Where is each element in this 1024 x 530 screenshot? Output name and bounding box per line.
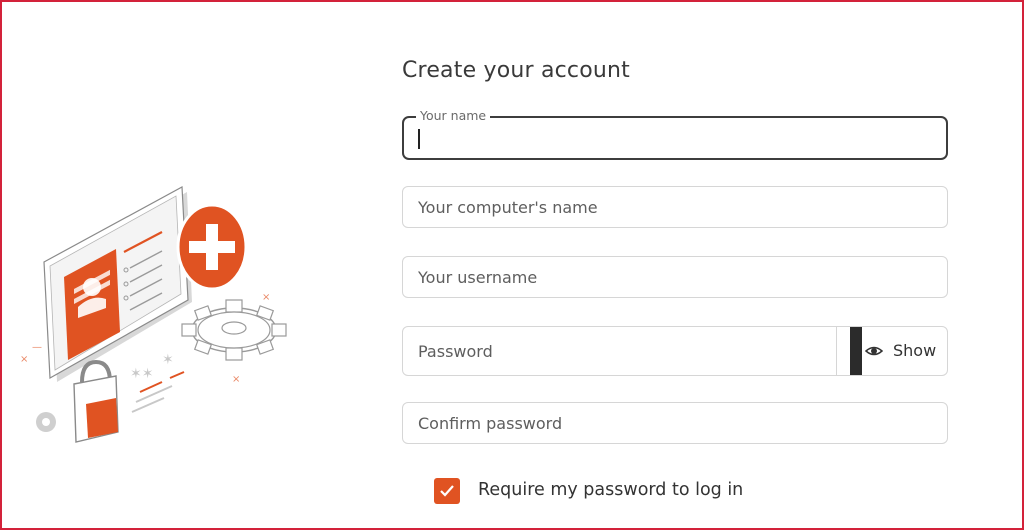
your-name-field[interactable]: Your name (402, 108, 948, 160)
svg-text:✶✶: ✶✶ (130, 366, 153, 382)
username-placeholder: Your username (418, 268, 538, 287)
password-field[interactable]: Password Show (402, 326, 948, 376)
confirm-password-field[interactable]: Confirm password (402, 402, 948, 444)
require-password-label: Require my password to log in (478, 480, 744, 500)
account-illustration: × — × × ✶✶ ✶ (20, 186, 287, 443)
show-password-label: Show (893, 341, 937, 360)
computer-name-placeholder: Your computer's name (418, 198, 598, 217)
svg-text:×: × (262, 292, 270, 303)
page-title: Create your account (402, 58, 631, 83)
computer-name-field[interactable]: Your computer's name (402, 186, 948, 228)
svg-text:×: × (232, 374, 240, 385)
your-name-label: Your name (416, 108, 491, 123)
password-placeholder: Password (418, 342, 493, 361)
svg-text:—: — (32, 342, 42, 353)
check-icon (440, 485, 454, 497)
window-frame: × — × × ✶✶ ✶ Create your account Your na… (0, 0, 1024, 530)
svg-text:✶: ✶ (162, 352, 174, 368)
username-field[interactable]: Your username (402, 256, 948, 298)
require-password-checkbox[interactable] (434, 478, 460, 504)
require-password-option[interactable]: Require my password to log in (434, 478, 834, 506)
eye-icon (865, 346, 883, 356)
toggle-divider (850, 327, 862, 375)
text-cursor (418, 129, 420, 149)
confirm-password-placeholder: Confirm password (418, 414, 563, 433)
svg-text:×: × (20, 354, 28, 365)
show-password-button[interactable]: Show (836, 327, 947, 375)
